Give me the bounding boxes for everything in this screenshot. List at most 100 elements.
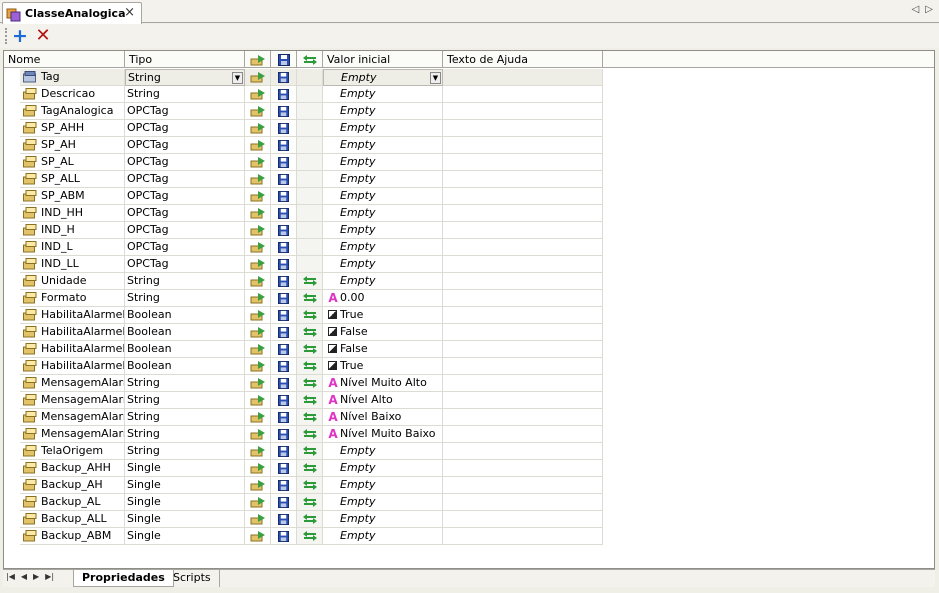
table-row[interactable]: IND_L OPCTag Empty bbox=[4, 239, 604, 256]
help-text-cell[interactable] bbox=[443, 358, 603, 375]
persist-cell[interactable] bbox=[271, 103, 297, 120]
type-dropdown-arrow-icon[interactable]: ▼ bbox=[232, 72, 243, 84]
close-icon[interactable]: × bbox=[124, 5, 135, 20]
help-text-cell[interactable] bbox=[443, 511, 603, 528]
property-name-cell[interactable]: MensagemAlarmeL bbox=[20, 409, 125, 426]
initial-value-cell[interactable]: True bbox=[323, 307, 443, 324]
property-name-cell[interactable]: IND_HH bbox=[20, 205, 125, 222]
initial-value-cell[interactable]: Empty bbox=[323, 86, 443, 103]
property-type-cell[interactable]: OPCTag bbox=[125, 103, 245, 120]
help-text-cell[interactable] bbox=[443, 205, 603, 222]
initial-value-cell[interactable]: A 0.00 bbox=[323, 290, 443, 307]
table-row[interactable]: IND_LL OPCTag Empty bbox=[4, 256, 604, 273]
table-row[interactable]: SP_AHH OPCTag Empty bbox=[4, 120, 604, 137]
retentive-cell[interactable] bbox=[297, 154, 323, 171]
retentive-cell[interactable] bbox=[297, 409, 323, 426]
initial-value-cell[interactable]: A Nível Alto bbox=[323, 392, 443, 409]
column-header-name[interactable]: Nome bbox=[4, 51, 125, 68]
help-text-cell[interactable] bbox=[443, 86, 603, 103]
help-text-cell[interactable] bbox=[443, 528, 603, 545]
table-row[interactable]: Tag String ▼ Empty ▼ bbox=[4, 69, 604, 86]
persist-cell[interactable] bbox=[271, 222, 297, 239]
retentive-cell[interactable] bbox=[297, 290, 323, 307]
property-name-cell[interactable]: Backup_ABM bbox=[20, 528, 125, 545]
table-row[interactable]: Backup_ALL Single Empty bbox=[4, 511, 604, 528]
persist-cell[interactable] bbox=[271, 307, 297, 324]
table-row[interactable]: SP_ALL OPCTag Empty bbox=[4, 171, 604, 188]
public-cell[interactable] bbox=[245, 86, 271, 103]
public-cell[interactable] bbox=[245, 273, 271, 290]
property-name-cell[interactable]: TagAnalogica bbox=[20, 103, 125, 120]
initial-value-cell[interactable]: Empty bbox=[323, 494, 443, 511]
initial-value-cell[interactable]: Empty bbox=[323, 154, 443, 171]
property-name-cell[interactable]: SP_AHH bbox=[20, 120, 125, 137]
table-row[interactable]: SP_AL OPCTag Empty bbox=[4, 154, 604, 171]
persist-cell[interactable] bbox=[271, 426, 297, 443]
property-name-cell[interactable]: IND_L bbox=[20, 239, 125, 256]
property-type-cell[interactable]: OPCTag bbox=[125, 222, 245, 239]
delete-property-button[interactable]: ✕ bbox=[32, 26, 54, 46]
help-text-cell[interactable] bbox=[443, 120, 603, 137]
help-text-cell[interactable] bbox=[443, 477, 603, 494]
property-type-cell[interactable]: String bbox=[125, 409, 245, 426]
help-text-cell[interactable] bbox=[443, 341, 603, 358]
property-name-cell[interactable]: Backup_AL bbox=[20, 494, 125, 511]
persist-cell[interactable] bbox=[271, 460, 297, 477]
tab-scroll-right-icon[interactable]: ▷ bbox=[925, 4, 933, 15]
column-header-persist[interactable] bbox=[271, 51, 297, 68]
retentive-cell[interactable] bbox=[297, 256, 323, 273]
property-name-cell[interactable]: MensagemAlarmeHH bbox=[20, 375, 125, 392]
initial-value-cell[interactable]: A Nível Baixo bbox=[323, 409, 443, 426]
retentive-cell[interactable] bbox=[297, 120, 323, 137]
initial-value-cell[interactable]: Empty bbox=[323, 511, 443, 528]
retentive-cell[interactable] bbox=[297, 188, 323, 205]
persist-cell[interactable] bbox=[271, 341, 297, 358]
property-name-cell[interactable]: IND_LL bbox=[20, 256, 125, 273]
public-cell[interactable] bbox=[245, 358, 271, 375]
property-type-cell[interactable]: Boolean bbox=[125, 307, 245, 324]
retentive-cell[interactable] bbox=[297, 86, 323, 103]
initial-value-cell[interactable]: A Nível Muito Alto bbox=[323, 375, 443, 392]
property-name-cell[interactable]: Formato bbox=[20, 290, 125, 307]
property-name-cell[interactable]: HabilitaAlarmeHH bbox=[20, 307, 125, 324]
public-cell[interactable] bbox=[245, 256, 271, 273]
table-row[interactable]: IND_H OPCTag Empty bbox=[4, 222, 604, 239]
column-header-help[interactable]: Texto de Ajuda bbox=[443, 51, 603, 68]
retentive-cell[interactable] bbox=[297, 494, 323, 511]
table-row[interactable]: Descricao String Empty bbox=[4, 86, 604, 103]
help-text-cell[interactable] bbox=[443, 171, 603, 188]
table-row[interactable]: MensagemAlarmeHH String A Nível Muito Al… bbox=[4, 375, 604, 392]
public-cell[interactable] bbox=[245, 494, 271, 511]
property-type-cell[interactable]: OPCTag bbox=[125, 239, 245, 256]
column-header-retentive[interactable] bbox=[297, 51, 323, 68]
public-cell[interactable] bbox=[245, 69, 271, 86]
persist-cell[interactable] bbox=[271, 375, 297, 392]
initial-value-cell[interactable]: A Nível Muito Baixo bbox=[323, 426, 443, 443]
initial-value-cell[interactable]: Empty bbox=[323, 188, 443, 205]
public-cell[interactable] bbox=[245, 375, 271, 392]
help-text-cell[interactable] bbox=[443, 375, 603, 392]
public-cell[interactable] bbox=[245, 120, 271, 137]
last-sheet-icon[interactable]: ▶| bbox=[45, 572, 54, 581]
persist-cell[interactable] bbox=[271, 290, 297, 307]
public-cell[interactable] bbox=[245, 443, 271, 460]
initial-value-cell[interactable]: Empty bbox=[323, 528, 443, 545]
help-text-cell[interactable] bbox=[443, 443, 603, 460]
column-header-initial-value[interactable]: Valor inicial bbox=[323, 51, 443, 68]
retentive-cell[interactable] bbox=[297, 426, 323, 443]
retentive-cell[interactable] bbox=[297, 273, 323, 290]
property-name-cell[interactable]: Backup_AH bbox=[20, 477, 125, 494]
table-row[interactable]: Backup_AH Single Empty bbox=[4, 477, 604, 494]
persist-cell[interactable] bbox=[271, 477, 297, 494]
property-name-cell[interactable]: HabilitaAlarmeLL bbox=[20, 358, 125, 375]
public-cell[interactable] bbox=[245, 426, 271, 443]
persist-cell[interactable] bbox=[271, 494, 297, 511]
tab-scroll-left-icon[interactable]: ◁ bbox=[912, 4, 920, 15]
public-cell[interactable] bbox=[245, 205, 271, 222]
property-type-cell[interactable]: String bbox=[125, 443, 245, 460]
table-row[interactable]: HabilitaAlarmeL Boolean False bbox=[4, 341, 604, 358]
property-type-cell[interactable]: Boolean bbox=[125, 341, 245, 358]
property-name-cell[interactable]: Descricao bbox=[20, 86, 125, 103]
retentive-cell[interactable] bbox=[297, 477, 323, 494]
help-text-cell[interactable] bbox=[443, 426, 603, 443]
